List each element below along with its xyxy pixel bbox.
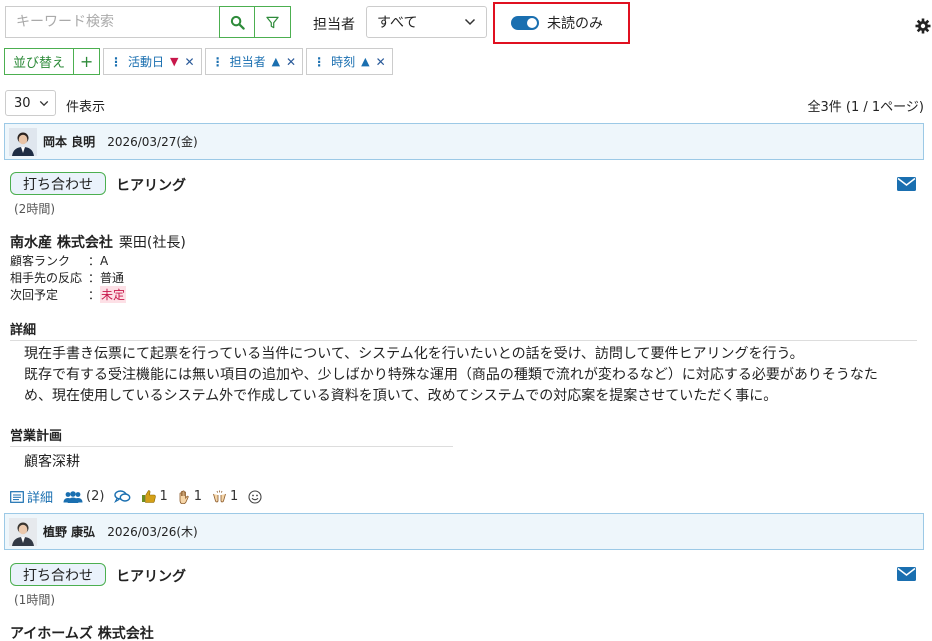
unread-only-toggle[interactable]: [511, 16, 539, 30]
hand-icon: [179, 490, 189, 504]
per-page-label: 件表示: [66, 100, 106, 115]
assignee-select[interactable]: すべて: [366, 6, 487, 38]
activity-title[interactable]: ヒアリング: [116, 566, 186, 586]
add-reaction-button[interactable]: [248, 489, 262, 504]
record-actions: 詳細 (2) 1 1 1: [10, 487, 262, 506]
per-page-select[interactable]: 30: [5, 90, 56, 116]
activity-duration: (2時間): [14, 202, 55, 216]
company-name: 南水産 株式会社 栗田(社長): [10, 235, 186, 251]
plan-text: 顧客深耕: [24, 454, 80, 470]
search-bar: [5, 6, 291, 38]
plan-section-title: 営業計画: [10, 425, 453, 447]
field-reaction: 相手先の反応 ：普通: [10, 271, 125, 285]
activity-type-badge: 打ち合わせ: [10, 563, 106, 586]
assignee-value: すべて: [377, 15, 418, 31]
unread-only-filter: 未読のみ: [493, 2, 630, 44]
list-icon: [10, 490, 24, 503]
chevron-down-icon: [464, 18, 476, 26]
sort-button[interactable]: 並び替え: [4, 48, 75, 75]
sort-chip-activity-date[interactable]: ⋮ 活動日 ▼ ✕: [103, 48, 202, 75]
sort-asc-icon[interactable]: ▲: [272, 55, 280, 68]
sort-chip-label: 活動日: [128, 55, 165, 69]
close-icon[interactable]: ✕: [185, 55, 195, 69]
participants-button[interactable]: (2): [63, 489, 104, 504]
record-header: 植野 康弘 2026/03/26(木): [4, 513, 924, 550]
activity-date: 2026/03/26(木): [107, 525, 198, 539]
user-name[interactable]: 岡本 良明: [43, 133, 95, 150]
detail-text: 現在手書き伝票にて起票を行っている当件について、システム化を行いたいとの話を受け…: [24, 346, 878, 404]
close-icon[interactable]: ✕: [286, 55, 296, 69]
unread-only-label: 未読のみ: [547, 16, 603, 32]
activity-title[interactable]: ヒアリング: [116, 175, 186, 195]
sort-bar: 並び替え + ⋮ 活動日 ▼ ✕ ⋮ 担当者 ▲ ✕ ⋮ 時刻 ▲ ✕: [4, 48, 393, 75]
close-icon[interactable]: ✕: [376, 55, 386, 69]
total-count: 全3件 (1 / 1ページ): [807, 100, 924, 115]
activity-date: 2026/03/27(金): [107, 135, 198, 149]
reaction-1-button[interactable]: 1: [141, 489, 168, 504]
reaction-3-button[interactable]: 1: [212, 489, 238, 504]
activity-duration: (1時間): [14, 593, 55, 607]
users-icon: [63, 490, 83, 503]
comment-button[interactable]: [114, 490, 131, 503]
search-button[interactable]: [219, 6, 255, 38]
per-page-value: 30: [14, 95, 31, 111]
assignee-label: 担当者: [313, 17, 355, 33]
detail-section-title: 詳細: [10, 319, 917, 341]
sort-asc-icon[interactable]: ▲: [361, 55, 369, 68]
gear-icon[interactable]: [915, 18, 931, 34]
mail-icon[interactable]: [897, 567, 916, 581]
record-header: 岡本 良明 2026/03/27(金): [4, 123, 924, 160]
clap-icon: [213, 490, 226, 503]
sort-chip-label: 担当者: [229, 55, 266, 69]
activity-type-badge: 打ち合わせ: [10, 172, 106, 195]
company-name[interactable]: アイホームズ 株式会社: [10, 623, 154, 641]
reaction-2-button[interactable]: 1: [178, 489, 202, 504]
filter-icon: [266, 16, 279, 28]
thumbs-up-icon: [142, 490, 157, 503]
field-next-plan: 次回予定：未定: [10, 286, 127, 303]
comments-icon: [114, 490, 131, 503]
next-plan-value: 未定: [100, 286, 127, 303]
avatar: [9, 127, 37, 156]
search-input[interactable]: [5, 6, 219, 38]
filter-button[interactable]: [255, 6, 291, 38]
chevron-down-icon: [39, 100, 49, 106]
field-customer-rank: 顧客ランク ：A: [10, 254, 109, 268]
sort-chip-label: 時刻: [331, 55, 356, 69]
sort-chip-time[interactable]: ⋮ 時刻 ▲ ✕: [306, 48, 393, 75]
sort-chip-assignee[interactable]: ⋮ 担当者 ▲ ✕: [204, 48, 304, 75]
add-sort-button[interactable]: +: [74, 48, 101, 75]
sort-desc-icon[interactable]: ▼: [170, 55, 178, 68]
smile-icon: [248, 489, 262, 504]
user-name[interactable]: 植野 康弘: [43, 523, 95, 540]
detail-link[interactable]: 詳細: [10, 487, 53, 506]
contact-person: 栗田(社長): [118, 235, 186, 251]
mail-icon[interactable]: [897, 177, 916, 191]
search-icon: [230, 15, 245, 30]
avatar: [9, 517, 37, 546]
